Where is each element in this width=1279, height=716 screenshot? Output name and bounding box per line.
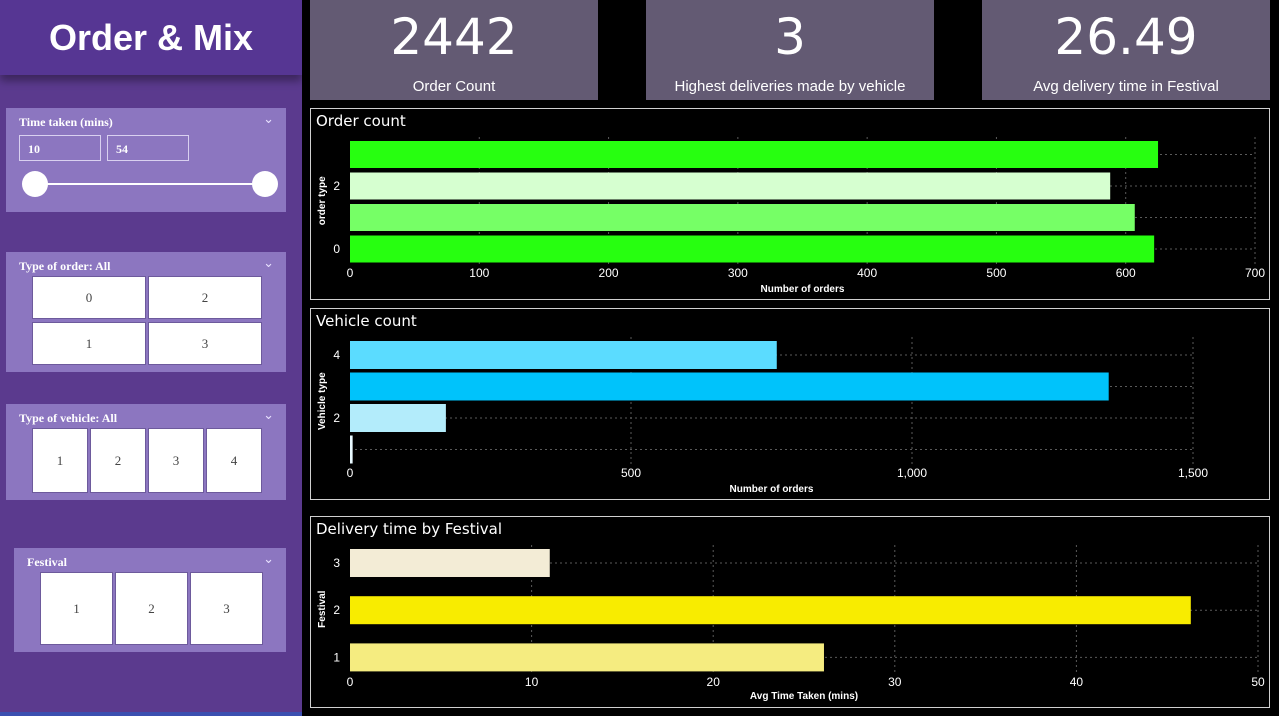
bar-0[interactable] bbox=[350, 235, 1155, 263]
order-count-chart-svg: 0 100 200 300 400 500 600 700 2 0 Number of orders… bbox=[317, 137, 1265, 295]
x-tick-label: 10 bbox=[525, 675, 539, 689]
x-tick-label: 20 bbox=[707, 675, 721, 689]
y-tick-label: 4 bbox=[333, 348, 340, 362]
x-tick-label: 600 bbox=[1116, 266, 1136, 280]
bar-2[interactable] bbox=[350, 172, 1111, 200]
kpi-value: 26.49 bbox=[1054, 8, 1198, 66]
x-axis-title: Avg Time Taken (mins) bbox=[750, 691, 858, 702]
slider-track[interactable] bbox=[34, 183, 265, 185]
vehicle-option-1[interactable]: 1 bbox=[32, 428, 88, 493]
kpi-value: 3 bbox=[774, 8, 806, 66]
bar-1[interactable] bbox=[350, 204, 1135, 231]
bar-4[interactable] bbox=[350, 341, 777, 369]
kpi-card-avg-delivery-time: 26.49 Avg delivery time in Festival bbox=[982, 0, 1270, 100]
x-axis-title: Number of orders bbox=[730, 484, 814, 495]
kpi-label: Avg delivery time in Festival bbox=[1033, 78, 1219, 95]
bar-3[interactable] bbox=[350, 141, 1159, 168]
x-axis-title: Number of orders bbox=[761, 284, 845, 295]
chevron-down-icon[interactable]: ⌄ bbox=[263, 408, 274, 423]
kpi-label: Order Count bbox=[412, 78, 496, 95]
slicer-title: Festival bbox=[27, 555, 67, 569]
x-tick-label: 0 bbox=[347, 675, 354, 689]
x-tick-label: 1,500 bbox=[1178, 466, 1208, 480]
x-tick-label: 1,000 bbox=[897, 466, 927, 480]
kpi-label: Highest deliveries made by vehicle bbox=[674, 78, 906, 95]
y-axis-title: Festival bbox=[317, 590, 328, 627]
slicer-title: Type of order: All bbox=[19, 259, 111, 273]
chevron-down-icon[interactable]: ⌄ bbox=[263, 552, 274, 567]
y-tick-label: 2 bbox=[333, 411, 340, 425]
slider-min-handle[interactable] bbox=[22, 171, 48, 197]
bar-1[interactable] bbox=[350, 435, 353, 464]
x-tick-label: 0 bbox=[347, 266, 354, 280]
order-type-slicer: Type of order: All ⌄ 0 2 1 3 bbox=[6, 252, 286, 372]
festival-option-3[interactable]: 3 bbox=[190, 572, 263, 645]
y-tick-label: 0 bbox=[333, 242, 340, 256]
festival-slicer: Festival ⌄ 1 2 3 bbox=[14, 548, 286, 652]
x-tick-label: 30 bbox=[888, 675, 902, 689]
sidebar-bottom-edge bbox=[0, 712, 302, 716]
bar-2[interactable] bbox=[350, 596, 1191, 625]
chevron-down-icon[interactable]: ⌄ bbox=[263, 112, 274, 127]
order-option-2[interactable]: 2 bbox=[148, 276, 262, 319]
x-tick-label: 500 bbox=[986, 266, 1006, 280]
x-tick-label: 300 bbox=[728, 266, 748, 280]
range-max-input[interactable]: 54 bbox=[107, 135, 189, 161]
festival-option-1[interactable]: 1 bbox=[40, 572, 113, 645]
y-tick-label: 2 bbox=[333, 179, 340, 193]
bar-3[interactable] bbox=[350, 549, 550, 577]
order-option-3[interactable]: 3 bbox=[148, 322, 262, 365]
delivery-time-chart-svg: 0 10 20 30 40 50 3 2 1 Avg Time Taken (mins) Festi… bbox=[317, 545, 1265, 702]
y-axis-title: order type bbox=[317, 176, 328, 225]
y-tick-label: 3 bbox=[333, 556, 340, 570]
x-tick-label: 200 bbox=[599, 266, 619, 280]
time-taken-slicer: Time taken (mins) ⌄ 10 54 bbox=[6, 108, 286, 212]
slicer-title: Time taken (mins) bbox=[19, 115, 113, 129]
x-tick-label: 0 bbox=[347, 466, 354, 480]
kpi-card-order-count: 2442 Order Count bbox=[310, 0, 598, 100]
slider-max-handle[interactable] bbox=[252, 171, 278, 197]
vehicle-count-chart-svg: 0 500 1,000 1,500 4 2 Number of orders Vehicle … bbox=[317, 337, 1208, 495]
x-tick-label: 50 bbox=[1251, 675, 1265, 689]
vehicle-option-3[interactable]: 3 bbox=[148, 428, 204, 493]
festival-option-2[interactable]: 2 bbox=[115, 572, 188, 645]
vehicle-type-slicer: Type of vehicle: All ⌄ 1 2 3 4 bbox=[6, 404, 286, 500]
kpi-card-highest-deliveries: 3 Highest deliveries made by vehicle bbox=[646, 0, 934, 100]
order-option-1[interactable]: 1 bbox=[32, 322, 146, 365]
x-tick-label: 40 bbox=[1070, 675, 1084, 689]
bar-2[interactable] bbox=[350, 404, 446, 432]
slicer-title: Type of vehicle: All bbox=[19, 411, 118, 425]
x-tick-label: 100 bbox=[469, 266, 489, 280]
chevron-down-icon[interactable]: ⌄ bbox=[263, 256, 274, 271]
order-count-chart[interactable]: Order count 0 100 200 300 400 500 600 700 2 0 Numb… bbox=[310, 108, 1270, 300]
bar-1[interactable] bbox=[350, 643, 824, 672]
x-tick-label: 700 bbox=[1245, 266, 1265, 280]
x-tick-label: 500 bbox=[621, 466, 641, 480]
order-option-0[interactable]: 0 bbox=[32, 276, 146, 319]
bar-3[interactable] bbox=[350, 372, 1109, 401]
vehicle-option-4[interactable]: 4 bbox=[206, 428, 262, 493]
sidebar: Order & Mix Time taken (mins) ⌄ 10 54 Ty… bbox=[0, 0, 302, 716]
y-tick-label: 2 bbox=[333, 603, 340, 617]
kpi-value: 2442 bbox=[390, 8, 518, 66]
y-tick-label: 1 bbox=[333, 650, 340, 664]
vehicle-option-2[interactable]: 2 bbox=[90, 428, 146, 493]
dashboard-title: Order & Mix bbox=[0, 0, 302, 75]
range-min-input[interactable]: 10 bbox=[19, 135, 101, 161]
delivery-time-by-festival-chart[interactable]: Delivery time by Festival 0 10 20 30 40 50 3 2 1… bbox=[310, 516, 1270, 708]
x-tick-label: 400 bbox=[857, 266, 877, 280]
vehicle-count-chart[interactable]: Vehicle count 0 500 1,000 1,500 4 2 Number of … bbox=[310, 308, 1270, 500]
y-axis-title: Vehicle type bbox=[317, 372, 328, 430]
